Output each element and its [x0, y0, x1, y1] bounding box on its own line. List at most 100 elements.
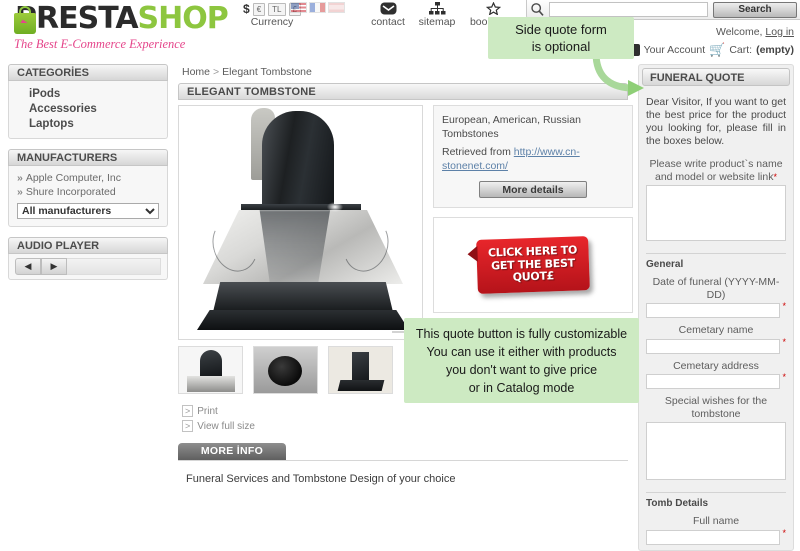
field-product-name: Please write product`s name and model or…: [639, 158, 793, 244]
required-marker: *: [782, 336, 786, 347]
field-label: Cemetary name: [678, 324, 754, 336]
special-wishes-textarea[interactable]: [646, 422, 786, 480]
tab-more-info[interactable]: MORE İNFO: [178, 443, 286, 460]
chevron-right-icon: »: [17, 172, 23, 184]
field-date-of-funeral: Date of funeral (YYYY-MM-DD) *: [639, 276, 793, 318]
nav-contact-label: contact: [371, 16, 405, 28]
cemetary-name-input[interactable]: [646, 338, 781, 354]
tab-divider: [178, 460, 628, 461]
more-info-body: Funeral Services and Tombstone Design of…: [186, 473, 456, 485]
section-general: General: [646, 253, 786, 270]
currency-option-try[interactable]: TL: [268, 2, 286, 16]
left-sidebar: CATEGORİES iPods Accessories Laptops MAN…: [8, 64, 168, 290]
site-logo[interactable]: PRESTASHOP The Best E-Commerce Experienc…: [12, 4, 229, 52]
manufacturer-item-apple[interactable]: » Apple Computer, Inc: [17, 171, 159, 185]
login-link[interactable]: Log in: [765, 26, 794, 38]
currency-option-eur[interactable]: €: [252, 2, 266, 16]
cart-status: (empty): [756, 44, 794, 56]
audio-next-button[interactable]: ▶: [41, 258, 67, 275]
search-icon[interactable]: [530, 2, 545, 17]
field-label: Cemetary address: [673, 359, 759, 372]
funeral-quote-panel: FUNERAL QUOTE Dear Visitor, If you want …: [638, 64, 794, 551]
required-marker: *: [782, 527, 786, 538]
product-description-text: European, American, Russian Tombstones: [442, 114, 581, 140]
field-cemetary-name: Cemetary name *: [639, 324, 793, 354]
annotation-top: Side quote form is optional: [488, 17, 634, 59]
tombstone-illustration: [179, 106, 422, 339]
product-thumbnail[interactable]: [328, 346, 393, 394]
flag-es-icon[interactable]: [328, 2, 345, 13]
page-title: ELEGANT TOMBSTONE: [178, 83, 628, 100]
search-input[interactable]: [549, 2, 708, 17]
breadcrumb-separator: >: [213, 66, 220, 78]
logo-tagline: The Best E-Commerce Experience: [14, 37, 186, 51]
account-and-cart: Your Account 🛒 Cart: (empty): [622, 42, 794, 58]
field-label: Please write product`s name and model or…: [649, 158, 783, 183]
nav-contact[interactable]: contact: [368, 2, 408, 28]
page-root: PRESTASHOP The Best E-Commerce Experienc…: [0, 0, 800, 551]
categories-block: CATEGORİES iPods Accessories Laptops: [8, 64, 168, 139]
search-button[interactable]: Search: [713, 1, 797, 18]
product-name-textarea[interactable]: [646, 185, 786, 241]
breadcrumb-current: Elegant Tombstone: [222, 66, 312, 78]
get-quote-button[interactable]: CLICK HERE TO GET THE BEST QUOT£: [476, 236, 590, 294]
manufacturer-item-shure[interactable]: » Shure Incorporated: [17, 185, 159, 199]
audio-progress-track[interactable]: [67, 258, 161, 275]
categories-title: CATEGORİES: [8, 64, 168, 81]
product-description-box: European, American, Russian Tombstones R…: [433, 105, 633, 208]
print-label: Print: [197, 406, 218, 417]
account-label[interactable]: Your Account: [644, 44, 706, 56]
welcome-message: Welcome, Log in: [716, 26, 794, 38]
cart-label: Cart:: [729, 44, 753, 56]
field-special-wishes: Special wishes for the tombstone: [639, 395, 793, 483]
product-thumbnail[interactable]: [253, 346, 318, 394]
audio-player-title: AUDIO PLAYER: [8, 237, 168, 254]
logo-text-accent: SHOP: [137, 1, 229, 36]
nav-sitemap[interactable]: sitemap: [413, 2, 461, 28]
chevron-right-icon: >: [182, 420, 194, 432]
chevron-right-icon: »: [17, 186, 23, 198]
star-icon: [485, 2, 501, 15]
view-full-size-link[interactable]: > View full size: [182, 419, 423, 434]
breadcrumb-home[interactable]: Home: [182, 66, 210, 78]
product-main-image[interactable]: [178, 105, 423, 340]
field-full-name: Full name *: [639, 515, 793, 545]
field-label: Full name: [692, 515, 740, 527]
get-quote-button-label: CLICK HERE TO GET THE BEST QUOT£: [487, 243, 578, 284]
breadcrumb: Home > Elegant Tombstone: [178, 64, 633, 83]
welcome-label: Welcome,: [715, 26, 763, 38]
nav-sitemap-label: sitemap: [418, 16, 456, 28]
annotation-bottom: This quote button is fully customizable …: [404, 318, 639, 403]
currency-label: Currency: [250, 16, 294, 28]
print-link[interactable]: > Print: [182, 404, 423, 419]
sidebar-item-ipods[interactable]: iPods: [17, 86, 159, 101]
language-selector[interactable]: [290, 2, 345, 13]
section-tomb-details: Tomb Details: [646, 492, 786, 509]
cart-icon[interactable]: 🛒: [709, 42, 725, 58]
manufacturer-select[interactable]: All manufacturers: [17, 203, 159, 219]
required-marker: *: [773, 171, 777, 182]
site-header: PRESTASHOP The Best E-Commerce Experienc…: [0, 0, 800, 58]
currency-option-usd[interactable]: $: [243, 2, 250, 16]
cemetary-address-input[interactable]: [646, 374, 781, 389]
sidebar-item-accessories[interactable]: Accessories: [17, 101, 159, 116]
field-cemetary-address: Cemetary address *: [639, 359, 793, 389]
product-image-column: > Print > View full size: [178, 105, 423, 434]
funeral-quote-intro: Dear Visitor, If you want to get the bes…: [646, 96, 786, 147]
manufacturer-label: Apple Computer, Inc: [25, 172, 121, 184]
product-thumbnails: [178, 346, 423, 394]
retrieved-from-label: Retrieved from: [442, 146, 511, 158]
audio-prev-button[interactable]: ◀: [15, 258, 41, 275]
more-details-button[interactable]: More details: [479, 181, 587, 198]
product-thumbnail[interactable]: [178, 346, 243, 394]
audio-player-block: AUDIO PLAYER ◀ ▶: [8, 237, 168, 280]
flag-us-icon[interactable]: [290, 2, 307, 13]
date-of-funeral-input[interactable]: [646, 303, 781, 318]
flag-fr-icon[interactable]: [309, 2, 326, 13]
annotation-bottom-text: This quote button is fully customizable …: [415, 326, 628, 395]
sidebar-item-laptops[interactable]: Laptops: [17, 116, 159, 131]
mail-icon: [380, 2, 396, 15]
full-name-input[interactable]: [646, 529, 781, 545]
funeral-quote-title: FUNERAL QUOTE: [642, 68, 790, 86]
quote-button-container[interactable]: CLICK HERE TO GET THE BEST QUOT£: [433, 217, 633, 313]
